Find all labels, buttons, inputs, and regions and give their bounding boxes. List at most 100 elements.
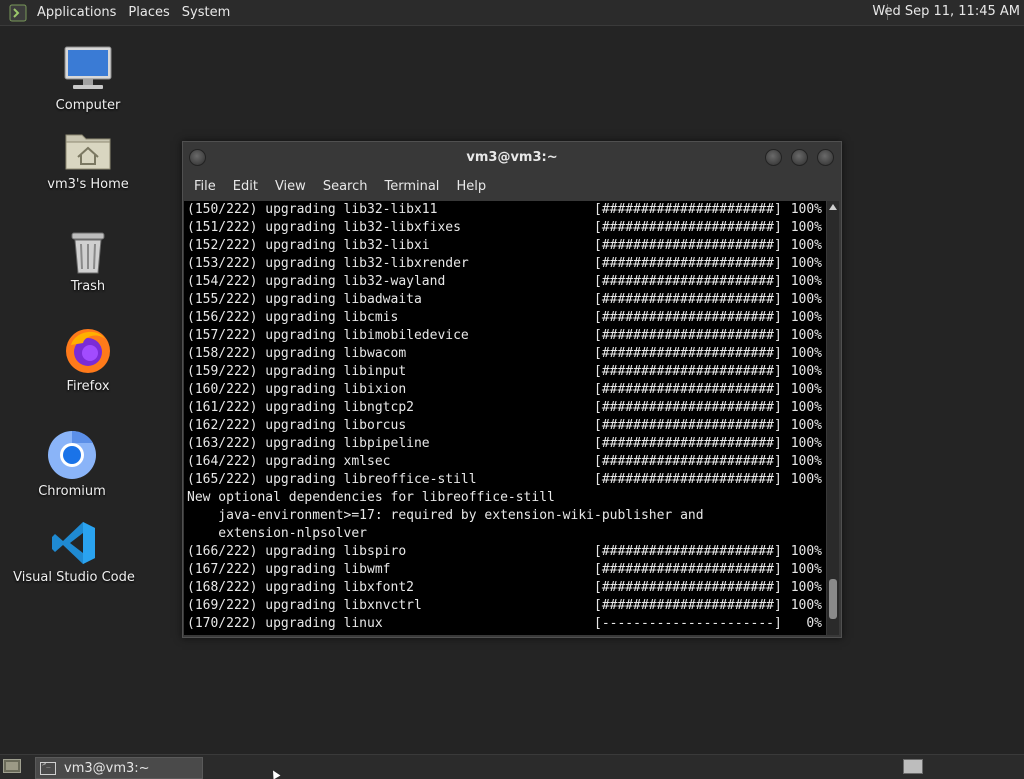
progress-bar-text: [######################] [594,400,782,415]
progress-percent: 100% [790,364,822,379]
progress-percent: 100% [790,400,822,415]
menu-search[interactable]: Search [323,179,368,194]
minimize-button[interactable] [765,149,782,166]
desktop-icon-label: Chromium [38,484,106,499]
progress-bar-text: [######################] [594,202,782,217]
progress-bar-text: [######################] [594,382,782,397]
terminal-line: (161/222) upgrading libngtcp2 [##########… [184,399,826,417]
menu-help[interactable]: Help [456,179,486,194]
menu-file[interactable]: File [194,179,216,194]
terminal-line: (162/222) upgrading liborcus [###########… [184,417,826,435]
maximize-button[interactable] [791,149,808,166]
progress-percent: 100% [790,256,822,271]
window-titlebar[interactable]: vm3@vm3:~ [183,142,841,172]
workspace-switcher[interactable] [903,759,923,774]
applications-menu[interactable]: Applications [31,5,122,20]
places-menu[interactable]: Places [122,5,175,20]
progress-bar-text: [######################] [594,562,782,577]
window-title: vm3@vm3:~ [466,149,558,165]
terminal-line: (167/222) upgrading libwmf [#############… [184,561,826,579]
clock[interactable]: Wed Sep 11, 11:45 AM [872,4,1020,19]
terminal-line-text: (170/222) upgrading linux [187,616,383,631]
terminal-line-text: java-environment>=17: required by extens… [187,508,704,523]
progress-percent: 100% [790,472,822,487]
desktop-icon-firefox[interactable]: Firefox [28,325,148,394]
terminal-line-text: (161/222) upgrading libngtcp2 [187,400,414,415]
terminal-line-text: (154/222) upgrading lib32-wayland [187,274,446,289]
terminal-line-text: (156/222) upgrading libcmis [187,310,399,325]
progress-percent: 100% [790,580,822,595]
progress-percent: 100% [790,310,822,325]
terminal-line-text: (153/222) upgrading lib32-libxrender [187,256,469,271]
progress-bar-text: [######################] [594,418,782,433]
terminal-line: (155/222) upgrading libadwaita [#########… [184,291,826,309]
desktop-icon-label: Computer [55,98,121,113]
terminal-menubar: File Edit View Search Terminal Help [183,174,492,198]
progress-bar-text: [######################] [594,292,782,307]
home-folder-icon [65,134,111,170]
scrollbar-thumb[interactable] [829,579,837,619]
progress-percent: 100% [790,328,822,343]
desktop-icon-home[interactable]: vm3's Home [28,127,148,192]
terminal-line-text: (155/222) upgrading libadwaita [187,292,422,307]
terminal-line: (156/222) upgrading libcmis [############… [184,309,826,327]
terminal-line: (169/222) upgrading libxnvctrl [#########… [184,597,826,615]
show-desktop-icon[interactable] [3,759,21,773]
desktop-icon-label: Firefox [66,379,110,394]
desktop-icon-trash[interactable]: Trash [28,229,148,294]
desktop-icon-label: vm3's Home [47,177,129,192]
progress-percent: 100% [790,220,822,235]
bottom-panel: vm3@vm3:~ [0,754,1024,779]
progress-percent: 100% [790,238,822,253]
terminal-line-text: (164/222) upgrading xmlsec [187,454,391,469]
terminal-line: extension-nlpsolver [184,525,826,543]
desktop-icon-vscode[interactable]: Visual Studio Code [13,520,135,585]
terminal-line-text: (158/222) upgrading libwacom [187,346,407,361]
terminal-line: (164/222) upgrading xmlsec [#############… [184,453,826,471]
progress-bar-text: [######################] [594,220,782,235]
progress-bar-text: [######################] [594,598,782,613]
terminal-line-text: (165/222) upgrading libreoffice-still [187,472,477,487]
applications-menu-icon[interactable] [9,4,27,22]
window-menu-button[interactable] [189,149,206,166]
taskbar-item-label: vm3@vm3:~ [64,760,150,776]
terminal-line: (154/222) upgrading lib32-wayland [######… [184,273,826,291]
computer-icon [64,46,112,89]
terminal-icon [40,760,56,775]
taskbar-item-terminal[interactable]: vm3@vm3:~ [35,757,203,779]
progress-bar-text: [######################] [594,238,782,253]
menu-terminal[interactable]: Terminal [384,179,439,194]
terminal-line-text: (167/222) upgrading libwmf [187,562,391,577]
progress-bar-text: [######################] [594,364,782,379]
progress-percent: 100% [790,346,822,361]
terminal-line: (170/222) upgrading linux [--------------… [184,615,826,633]
terminal-window[interactable]: vm3@vm3:~ File Edit View Search Terminal… [182,141,842,638]
terminal-line-text: (162/222) upgrading liborcus [187,418,407,433]
progress-bar-text: [######################] [594,274,782,289]
chromium-icon [48,430,96,479]
progress-bar-text: [######################] [594,346,782,361]
desktop-icon-computer[interactable]: Computer [28,44,148,113]
terminal-line: (166/222) upgrading libspiro [###########… [184,543,826,561]
terminal-scrollbar[interactable] [827,201,839,635]
progress-bar-text: [######################] [594,544,782,559]
terminal-line-text: (168/222) upgrading libxfont2 [187,580,414,595]
terminal-output[interactable]: (150/222) upgrading lib32-libx11 [#######… [184,201,826,635]
progress-percent: 100% [790,202,822,217]
system-menu[interactable]: System [176,5,236,20]
progress-bar-text: [######################] [594,310,782,325]
menu-edit[interactable]: Edit [233,179,258,194]
terminal-line: (157/222) upgrading libimobiledevice [###… [184,327,826,345]
progress-percent: 100% [790,544,822,559]
menu-view[interactable]: View [275,179,306,194]
terminal-line-text: extension-nlpsolver [187,526,368,541]
progress-bar-text: [----------------------] [594,616,782,631]
close-button[interactable] [817,149,834,166]
top-panel: Applications Places System Wed Sep 11, 1… [0,0,1024,26]
progress-percent: 100% [790,454,822,469]
progress-percent: 100% [790,292,822,307]
terminal-line-text: (160/222) upgrading libixion [187,382,407,397]
scroll-up-arrow-icon[interactable] [829,204,837,210]
progress-percent: 100% [790,274,822,289]
desktop-icon-chromium[interactable]: Chromium [12,430,132,499]
